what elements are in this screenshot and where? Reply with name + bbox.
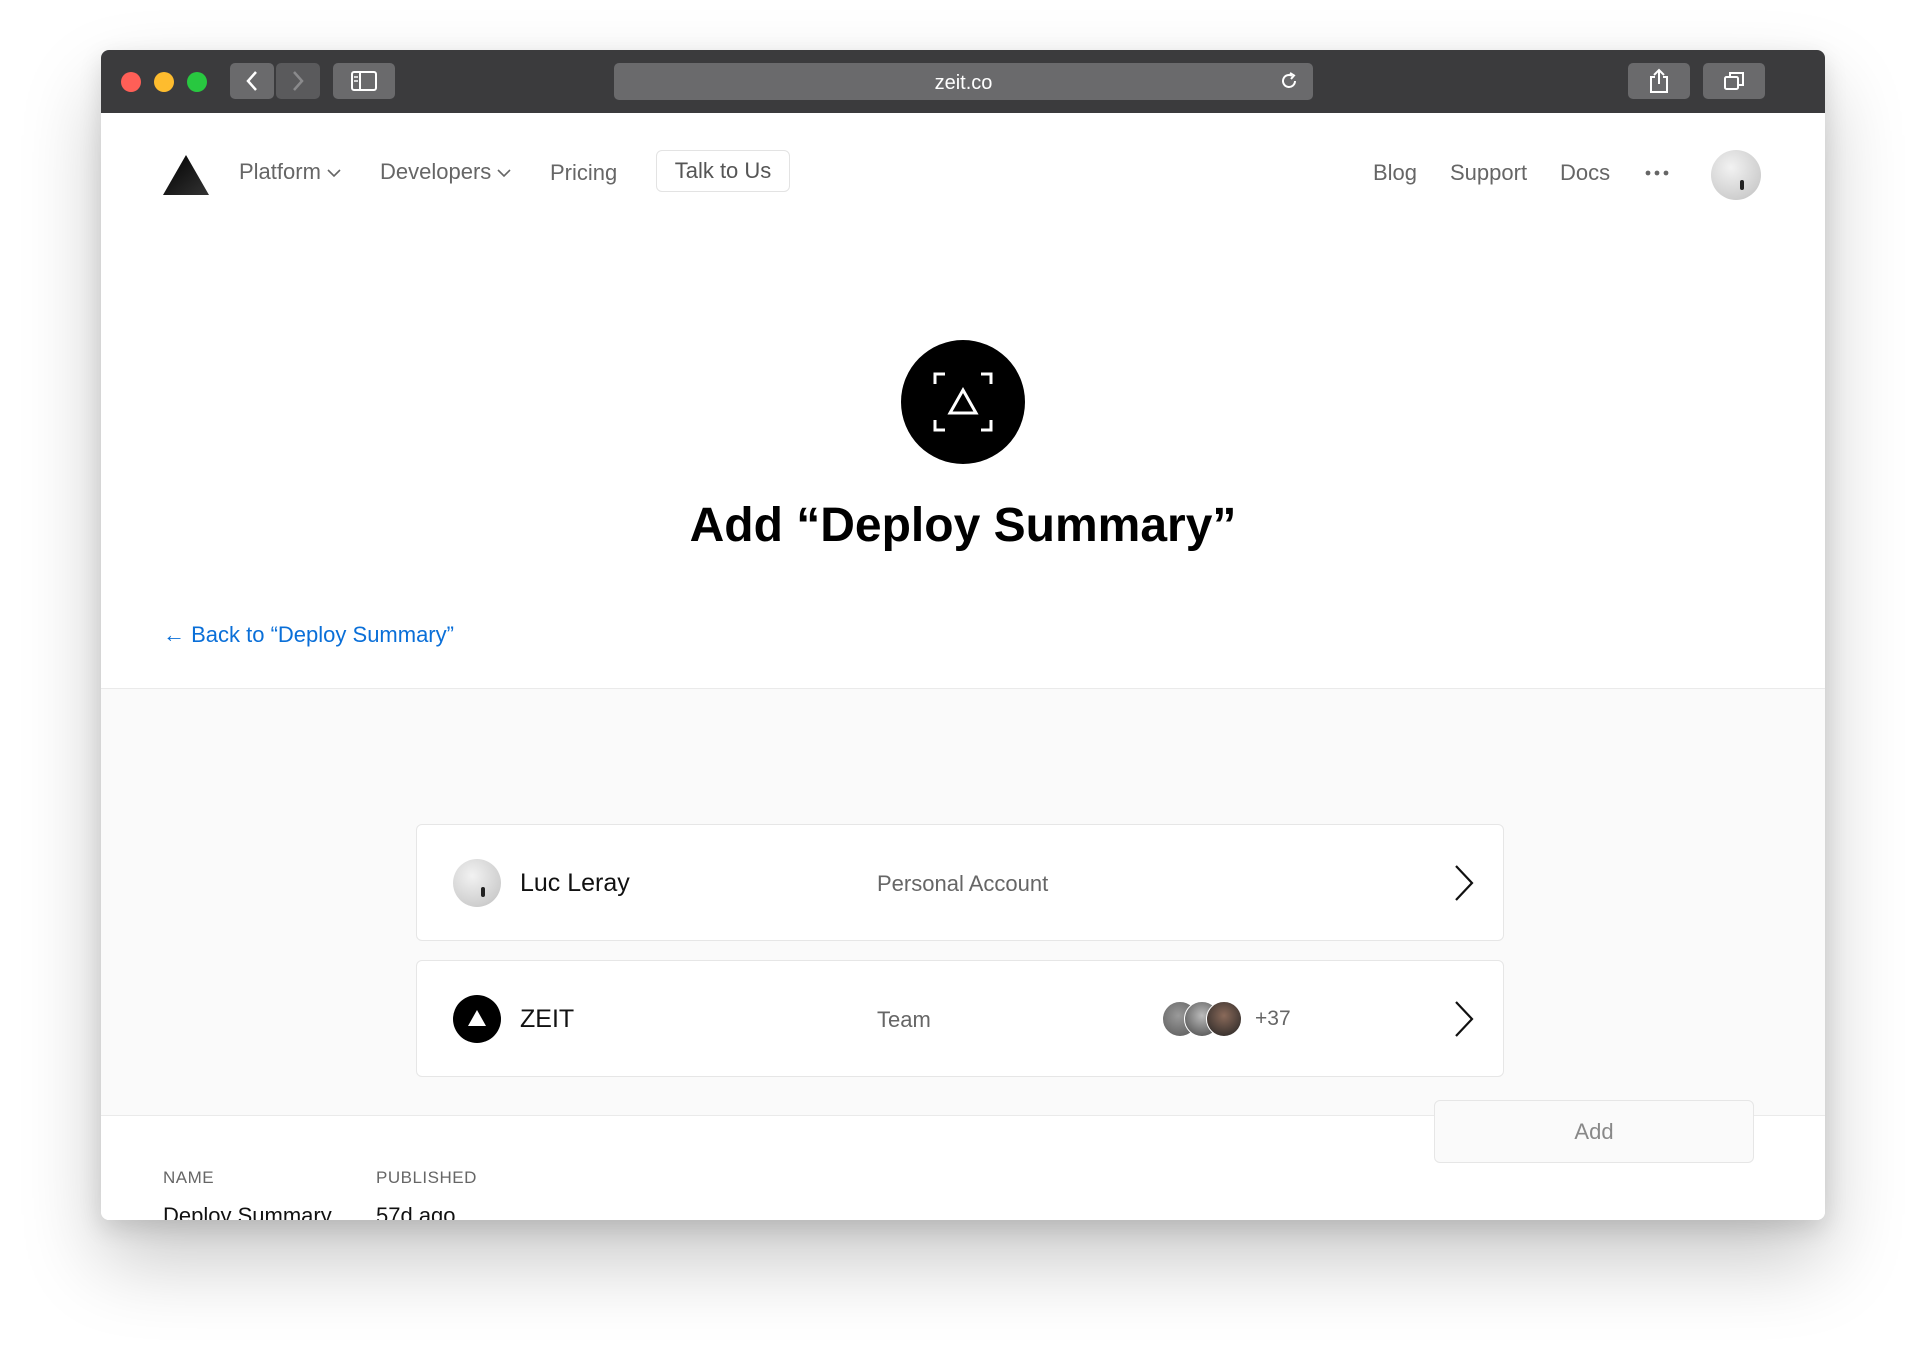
chevron-right-icon [293, 71, 304, 91]
nav-platform-label: Platform [239, 159, 321, 184]
nav-developers-label: Developers [380, 159, 492, 184]
nav-developers[interactable]: Developers [380, 159, 511, 185]
chevron-down-icon [497, 169, 511, 178]
chevron-right-icon [1455, 1001, 1474, 1037]
zeit-logo-icon [453, 995, 501, 1043]
zeit-logo-icon[interactable] [163, 155, 209, 195]
add-button[interactable]: Add [1434, 1100, 1754, 1163]
address-bar[interactable]: zeit.co [614, 63, 1313, 100]
account-card-personal[interactable]: Luc Leray Personal Account [416, 824, 1504, 941]
zoom-window-button[interactable] [187, 72, 207, 92]
sidebar-toggle-button[interactable] [333, 63, 395, 99]
account-name: Luc Leray [520, 869, 630, 897]
forward-button[interactable] [276, 63, 320, 99]
account-type: Team [877, 1007, 931, 1032]
page-title: Add “Deploy Summary” [689, 499, 1237, 552]
chevron-right-icon [1455, 865, 1474, 901]
back-link[interactable]: ← Back to “Deploy Summary” [163, 622, 454, 648]
close-window-button[interactable] [121, 72, 141, 92]
account-type: Personal Account [877, 871, 1049, 896]
share-icon [1650, 68, 1668, 93]
ellipsis-icon[interactable] [1645, 170, 1669, 176]
nav-platform[interactable]: Platform [239, 159, 341, 185]
nav-pricing[interactable]: Pricing [550, 160, 617, 186]
name-value: Deploy Summary [163, 1203, 332, 1220]
avatar-figure [481, 887, 485, 897]
nav-support[interactable]: Support [1450, 160, 1527, 186]
browser-window: zeit.co Platform Developers Pricing Talk… [101, 50, 1825, 1220]
back-button[interactable] [230, 63, 274, 99]
sidebar-icon [351, 71, 377, 91]
tabs-button[interactable] [1703, 63, 1765, 99]
member-count: +37 [1255, 1007, 1291, 1030]
tabs-icon [1724, 72, 1744, 90]
browser-titlebar: zeit.co [101, 50, 1825, 113]
published-value: 57d ago [376, 1203, 456, 1220]
minimize-window-button[interactable] [154, 72, 174, 92]
share-button[interactable] [1628, 63, 1690, 99]
account-card-team[interactable]: ZEIT Team +37 [416, 960, 1504, 1077]
account-name: ZEIT [520, 1005, 575, 1033]
page-content: Platform Developers Pricing Talk to Us B… [101, 113, 1825, 1220]
nav-blog[interactable]: Blog [1373, 160, 1417, 186]
chevron-down-icon [327, 169, 341, 178]
triangle-icon [468, 1010, 486, 1026]
chevron-left-icon [246, 71, 257, 91]
team-members-avatars [1162, 1001, 1242, 1037]
url-text: zeit.co [934, 72, 993, 94]
talk-to-us-button[interactable]: Talk to Us [656, 150, 790, 192]
published-label: PUBLISHED [376, 1168, 477, 1187]
reload-icon[interactable] [1278, 70, 1300, 92]
name-label: NAME [163, 1168, 215, 1187]
integration-icon [901, 340, 1025, 464]
user-avatar [453, 859, 501, 907]
account-selection-section: Luc Leray Personal Account ZEIT Team +37 [101, 688, 1825, 1116]
zeit-focus-icon [933, 372, 993, 432]
nav-docs[interactable]: Docs [1560, 160, 1610, 186]
member-avatar [1206, 1001, 1242, 1037]
user-avatar[interactable] [1711, 150, 1761, 200]
avatar-figure [1740, 180, 1744, 190]
